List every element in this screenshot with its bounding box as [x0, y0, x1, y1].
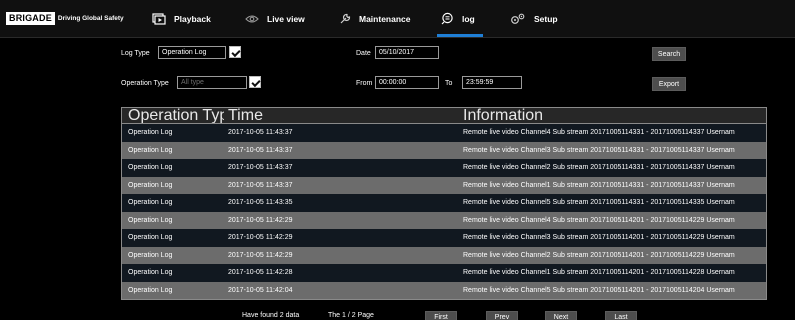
row-operation-type: Operation Log	[128, 164, 173, 171]
nav-log-label: log	[462, 13, 475, 24]
brand-logo: BRIGADE Driving Global Safety	[6, 12, 124, 25]
log-table: Operation Type Time Information Operatio…	[121, 107, 767, 300]
row-information: Remote live video Channel2 Sub stream 20…	[463, 164, 735, 171]
nav-setup[interactable]: Setup	[510, 0, 558, 37]
row-time: 2017-10-05 11:43:37	[228, 129, 293, 136]
nav-setup-label: Setup	[534, 13, 558, 24]
row-information: Remote live video Channel3 Sub stream 20…	[463, 234, 735, 241]
found-count-text: Have found 2 data	[242, 312, 300, 319]
row-time: 2017-10-05 11:42:29	[228, 251, 293, 259]
row-operation-type: Operation Log	[128, 286, 173, 294]
table-row[interactable]: Operation Log 2017-10-05 11:43:37 Remote…	[122, 141, 766, 159]
row-operation-type: Operation Log	[128, 146, 173, 154]
row-time: 2017-10-05 11:43:37	[228, 146, 293, 154]
nav-maintenance[interactable]: Maintenance	[339, 0, 411, 37]
from-label: From	[356, 80, 373, 87]
nav-maintenance-label: Maintenance	[359, 13, 411, 24]
logo-text: BRIGADE	[6, 12, 55, 25]
page-indicator-text: The 1 / 2 Page	[328, 312, 374, 319]
row-information: Remote live video Channel5 Sub stream 20…	[463, 286, 735, 294]
row-time: 2017-10-05 11:43:35	[228, 199, 293, 206]
table-row[interactable]: Operation Log 2017-10-05 11:43:37 Remote…	[122, 159, 766, 177]
row-operation-type: Operation Log	[128, 181, 173, 189]
row-information: Remote live video Channel5 Sub stream 20…	[463, 199, 735, 206]
nav-live-view-label: Live view	[267, 13, 305, 24]
table-row[interactable]: Operation Log 2017-10-05 11:43:37 Remote…	[122, 124, 766, 142]
row-operation-type: Operation Log	[128, 269, 173, 276]
row-time: 2017-10-05 11:43:37	[228, 181, 293, 189]
column-header-operation-type: Operation Type	[128, 108, 224, 123]
row-time: 2017-10-05 11:42:04	[228, 286, 293, 294]
next-page-button[interactable]: Next	[545, 311, 577, 320]
row-time: 2017-10-05 11:42:28	[228, 269, 293, 276]
nav-playback-label: Playback	[174, 13, 211, 24]
row-operation-type: Operation Log	[128, 216, 173, 224]
row-time: 2017-10-05 11:43:37	[228, 164, 293, 171]
nav-log[interactable]: log	[441, 0, 475, 37]
logo-tagline: Driving Global Safety	[57, 15, 124, 22]
from-time-input[interactable]: 00:00:00	[375, 76, 439, 89]
row-information: Remote live video Channel3 Sub stream 20…	[463, 146, 735, 154]
to-time-input[interactable]: 23:59:59	[462, 76, 522, 89]
log-search-icon	[441, 12, 453, 25]
table-row[interactable]: Operation Log 2017-10-05 11:43:35 Remote…	[122, 194, 766, 212]
wrench-icon	[340, 13, 351, 23]
column-header-time: Time	[228, 108, 263, 123]
topbar-divider	[0, 37, 795, 38]
operation-type-label: Operation Type	[121, 80, 169, 87]
nav-live-view[interactable]: Live view	[245, 0, 305, 37]
row-operation-type: Operation Log	[128, 129, 173, 136]
table-row[interactable]: Operation Log 2017-10-05 11:42:29 Remote…	[122, 229, 766, 247]
operation-type-select[interactable]: All type	[177, 76, 247, 89]
search-button[interactable]: Search	[652, 47, 686, 61]
row-information: Remote live video Channel2 Sub stream 20…	[463, 251, 735, 259]
row-time: 2017-10-05 11:42:29	[228, 216, 293, 224]
top-nav-bar: BRIGADE Driving Global Safety Playback L…	[0, 0, 795, 38]
last-page-button[interactable]: Last	[605, 311, 637, 320]
log-type-label: Log Type	[121, 50, 150, 57]
date-input[interactable]: 05/10/2017	[375, 46, 439, 59]
table-header: Operation Type Time Information	[122, 108, 766, 124]
table-row[interactable]: Operation Log 2017-10-05 11:42:04 Remote…	[122, 281, 766, 299]
log-type-dropdown-icon[interactable]	[229, 46, 241, 58]
row-information: Remote live video Channel4 Sub stream 20…	[463, 216, 735, 224]
table-row[interactable]: Operation Log 2017-10-05 11:42:28 Remote…	[122, 264, 766, 282]
row-information: Remote live video Channel1 Sub stream 20…	[463, 269, 735, 276]
log-type-select[interactable]: Operation Log	[158, 46, 226, 59]
prev-page-button[interactable]: Prev	[486, 311, 518, 320]
nav-playback[interactable]: Playback	[152, 0, 211, 37]
playback-icon	[152, 12, 166, 25]
row-operation-type: Operation Log	[128, 199, 173, 206]
row-information: Remote live video Channel4 Sub stream 20…	[463, 129, 735, 136]
export-button[interactable]: Export	[652, 77, 686, 91]
row-time: 2017-10-05 11:42:29	[228, 234, 293, 241]
table-row[interactable]: Operation Log 2017-10-05 11:42:29 Remote…	[122, 211, 766, 229]
column-header-information: Information	[463, 108, 544, 123]
table-row[interactable]: Operation Log 2017-10-05 11:43:37 Remote…	[122, 176, 766, 194]
first-page-button[interactable]: First	[425, 311, 457, 320]
row-information: Remote live video Channel1 Sub stream 20…	[463, 181, 735, 189]
gears-icon	[511, 13, 525, 24]
row-operation-type: Operation Log	[128, 234, 173, 241]
row-operation-type: Operation Log	[128, 251, 173, 259]
to-label: To	[445, 80, 453, 87]
operation-type-dropdown-icon[interactable]	[249, 76, 261, 88]
eye-icon	[245, 14, 259, 23]
date-label: Date	[356, 50, 371, 57]
table-row[interactable]: Operation Log 2017-10-05 11:42:29 Remote…	[122, 246, 766, 264]
